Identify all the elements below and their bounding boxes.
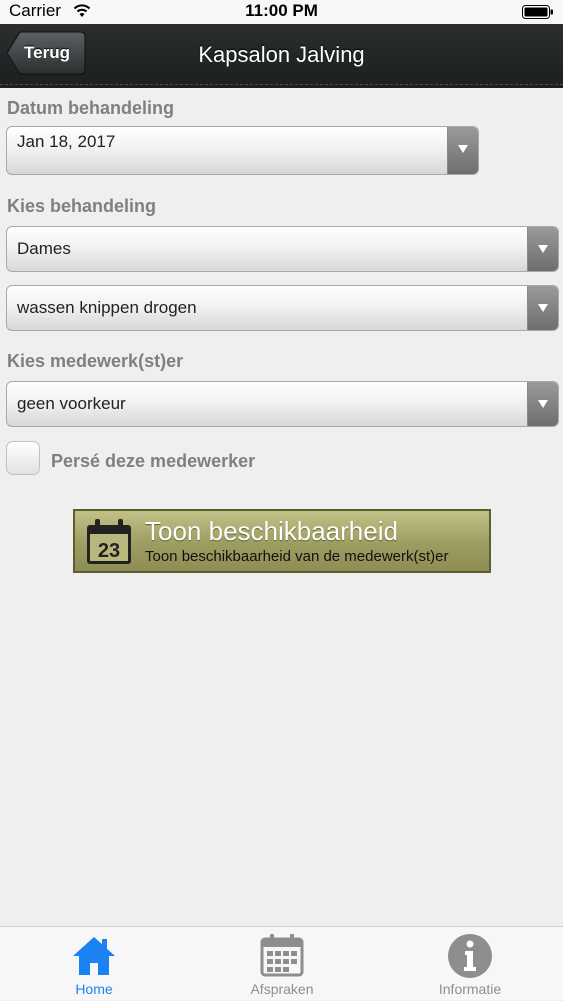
treatment-label: Kies behandeling	[7, 196, 157, 216]
tab-informatie-label: Informatie	[438, 981, 502, 997]
page-title: Kapsalon Jalving	[198, 42, 365, 67]
employee-value: geen voorkeur	[17, 394, 126, 413]
availability-title: Toon beschikbaarheid	[145, 516, 398, 546]
home-icon	[73, 937, 115, 975]
status-bar: Carrier 11:00 PM	[0, 0, 563, 24]
navigation-bar: Terug Kapsalon Jalving	[0, 24, 563, 88]
chevron-down-icon	[527, 382, 558, 426]
tab-afspraken-label: Afspraken	[250, 981, 314, 997]
show-availability-button[interactable]: 23 Toon beschikbaarheid Toon beschikbaar…	[73, 509, 491, 573]
date-label: Datum behandeling	[7, 98, 175, 118]
treatment-value: wassen knippen drogen	[17, 298, 197, 317]
persist-employee-checkbox[interactable]	[6, 441, 40, 475]
status-time: 11:00 PM	[245, 1, 318, 20]
tab-bar: Home Afspraken Informatie	[0, 926, 563, 1000]
employee-label: Kies medewerk(st)er	[7, 351, 184, 371]
chevron-down-icon	[527, 286, 558, 330]
category-select[interactable]: Dames	[6, 226, 559, 272]
category-value: Dames	[17, 239, 71, 258]
tab-afspraken[interactable]: Afspraken	[188, 927, 376, 1001]
battery-icon	[522, 4, 554, 19]
date-value: Jan 18, 2017	[17, 132, 116, 151]
tab-home[interactable]: Home	[0, 927, 188, 1001]
tab-informatie[interactable]: Informatie	[376, 927, 563, 1001]
calendar-icon	[260, 934, 304, 977]
calendar-icon: 23	[84, 517, 134, 572]
availability-subtitle: Toon beschikbaarheid van de medewerk(st)…	[145, 548, 449, 565]
tab-home-label: Home	[75, 981, 113, 997]
chevron-down-icon	[447, 127, 478, 174]
chevron-down-icon	[527, 227, 558, 271]
treatment-select[interactable]: wassen knippen drogen	[6, 285, 559, 331]
date-picker[interactable]: Jan 18, 2017	[6, 126, 479, 175]
persist-employee-label: Persé deze medewerker	[51, 451, 256, 471]
employee-select[interactable]: geen voorkeur	[6, 381, 559, 427]
info-icon	[448, 934, 492, 978]
calendar-icon-day: 23	[98, 540, 120, 562]
